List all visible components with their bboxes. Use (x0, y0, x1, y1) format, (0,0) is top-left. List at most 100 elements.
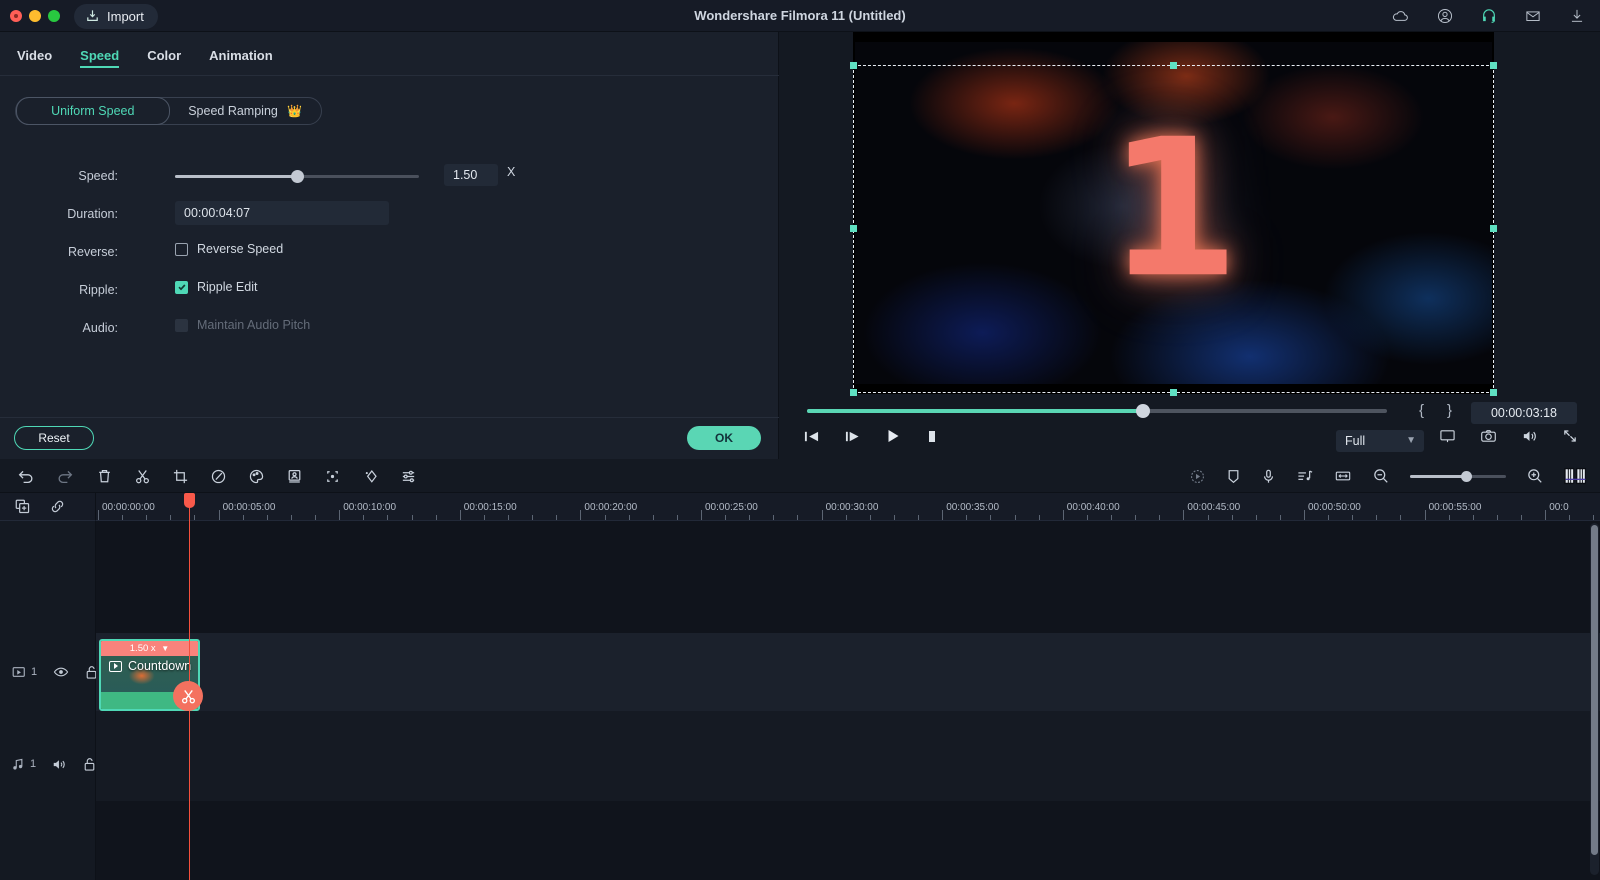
settings-icon[interactable] (400, 468, 417, 485)
eye-icon[interactable] (53, 666, 69, 678)
timeline-zoom-handle[interactable] (1460, 470, 1472, 482)
speed-ramping-tab[interactable]: Speed Ramping 👑 (170, 98, 322, 124)
ripple-edit-checkbox[interactable] (175, 280, 188, 294)
ruler-minor-tick (1328, 515, 1330, 520)
speed-value-input[interactable]: 1.50 (444, 164, 498, 186)
speed-slider-handle[interactable] (291, 170, 304, 183)
handle-middle-left[interactable] (850, 225, 857, 232)
crop-icon[interactable] (172, 468, 189, 485)
prev-frame-icon[interactable] (803, 429, 820, 444)
duration-input[interactable]: 00:00:04:07 (175, 201, 389, 225)
mark-in-button[interactable]: { (1419, 402, 1424, 419)
tab-color[interactable]: Color (147, 32, 181, 76)
ok-button[interactable]: OK (687, 426, 761, 450)
zoom-out-icon[interactable] (1372, 467, 1390, 485)
split-icon[interactable] (134, 468, 151, 485)
import-button[interactable]: Import (74, 4, 158, 29)
scrollbar-thumb[interactable] (1591, 525, 1598, 855)
handle-top-left[interactable] (850, 62, 857, 69)
cloud-icon[interactable] (1391, 7, 1410, 26)
marker-icon[interactable] (1226, 468, 1241, 485)
preview-timecode[interactable]: 00:00:03:18 (1471, 402, 1577, 424)
unlock-icon[interactable] (83, 757, 96, 772)
playhead-handle[interactable] (184, 493, 195, 508)
reset-button[interactable]: Reset (14, 426, 94, 450)
color-icon[interactable] (248, 468, 265, 485)
waveform-view-icon[interactable] (1564, 467, 1588, 485)
chevron-down-icon: ▼ (161, 644, 170, 653)
reverse-speed-checkbox[interactable] (175, 242, 188, 256)
timeline-playhead-top[interactable] (184, 493, 195, 521)
link-icon[interactable] (49, 498, 66, 515)
fullscreen-icon[interactable] (1562, 428, 1578, 444)
handle-bottom-center[interactable] (1169, 389, 1177, 396)
ruler-minor-tick (242, 515, 244, 520)
redo-icon[interactable] (56, 468, 75, 485)
delete-icon[interactable] (96, 468, 113, 485)
clip-speed-badge[interactable]: 1.50 x ▼ (101, 641, 198, 656)
video-track-lane[interactable] (96, 633, 1600, 711)
handle-bottom-left[interactable] (850, 389, 857, 396)
timeline-ruler[interactable]: 00:00:00:00 00:00:05:00 00:00:10:00 00:00:1… (96, 493, 1600, 521)
next-frame-icon[interactable] (844, 429, 861, 444)
maximize-window-button[interactable] (48, 10, 60, 22)
headset-icon[interactable] (1480, 7, 1498, 25)
clip-name: Countdown (128, 659, 192, 673)
handle-top-right[interactable] (1490, 62, 1497, 69)
tab-video[interactable]: Video (17, 32, 52, 76)
timeline-vertical-scrollbar[interactable] (1590, 523, 1599, 875)
tab-animation[interactable]: Animation (209, 32, 273, 76)
ruler-minor-tick (146, 515, 148, 520)
mail-icon[interactable] (1524, 7, 1542, 25)
zoom-in-icon[interactable] (1526, 467, 1544, 485)
preview-progress-handle[interactable] (1136, 404, 1151, 418)
stabilize-icon[interactable] (324, 468, 341, 485)
audio-track-lane[interactable] (96, 711, 1600, 801)
window-controls (10, 10, 60, 22)
add-track-icon[interactable] (14, 498, 31, 515)
maintain-audio-pitch-checkbox (175, 318, 188, 332)
transform-selection-box[interactable] (850, 62, 1497, 396)
speed-slider[interactable] (175, 170, 419, 183)
mark-out-button[interactable]: } (1447, 402, 1452, 419)
download-icon[interactable] (1568, 7, 1586, 25)
reverse-speed-control[interactable]: Reverse Speed (175, 242, 283, 256)
voiceover-icon[interactable] (1261, 468, 1276, 485)
ruler-label: 00:00:45:00 (1187, 502, 1241, 513)
speed-icon[interactable] (210, 468, 227, 485)
account-icon[interactable] (1436, 7, 1454, 25)
display-icon[interactable] (1439, 428, 1456, 444)
clip-label: Countdown (109, 659, 191, 673)
ruler-minor-tick (290, 515, 292, 520)
close-window-button[interactable] (10, 10, 22, 22)
edit-toolbar-right (1189, 459, 1588, 493)
ruler-minor-tick (435, 515, 437, 520)
chevron-down-icon: ▼ (1406, 435, 1416, 446)
volume-icon[interactable] (1521, 428, 1538, 444)
tab-speed[interactable]: Speed (80, 32, 120, 76)
preview-progress-bar[interactable] (807, 404, 1387, 418)
handle-bottom-right[interactable] (1490, 389, 1497, 396)
ripple-edit-control[interactable]: Ripple Edit (175, 280, 257, 294)
quality-dropdown[interactable]: Full ▼ (1336, 430, 1424, 452)
snapshot-icon[interactable] (1480, 428, 1497, 444)
timeline-zoom-slider[interactable] (1410, 470, 1506, 482)
speaker-icon[interactable] (52, 758, 67, 771)
play-icon[interactable] (885, 428, 901, 444)
uniform-speed-tab[interactable]: Uniform Speed (16, 97, 170, 125)
audio-mixer-icon[interactable] (1296, 468, 1314, 485)
track-header-video-1[interactable]: 1 (0, 651, 97, 693)
track-header-audio-1[interactable]: 1 (0, 743, 96, 785)
ruler-label: 00:00:20:00 (584, 502, 638, 513)
render-icon[interactable] (1189, 468, 1206, 485)
keyframe-icon[interactable] (362, 468, 379, 485)
minimize-window-button[interactable] (29, 10, 41, 22)
handle-middle-right[interactable] (1490, 225, 1497, 232)
timeline-tracks[interactable]: 1.50 x ▼ Countdown (96, 521, 1600, 880)
clip-play-icon (109, 660, 122, 672)
undo-icon[interactable] (16, 468, 35, 485)
pip-icon[interactable] (286, 468, 303, 485)
stop-icon[interactable] (925, 429, 939, 444)
handle-top-center[interactable] (1169, 62, 1177, 69)
fit-timeline-icon[interactable] (1334, 468, 1352, 484)
